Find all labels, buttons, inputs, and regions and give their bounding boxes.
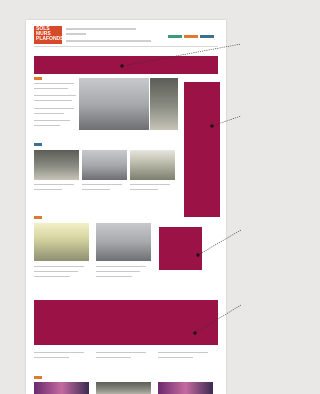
callout-dot-3 xyxy=(196,253,200,257)
callout-line-2 xyxy=(211,115,241,127)
callout-leaders xyxy=(120,43,241,335)
callout-dot-1 xyxy=(120,64,124,68)
callout-dot-2 xyxy=(210,124,214,128)
callout-dot-4 xyxy=(193,331,197,335)
callout-line-1 xyxy=(121,43,241,67)
callout-line-3 xyxy=(197,229,241,256)
callout-line-4 xyxy=(194,304,241,334)
